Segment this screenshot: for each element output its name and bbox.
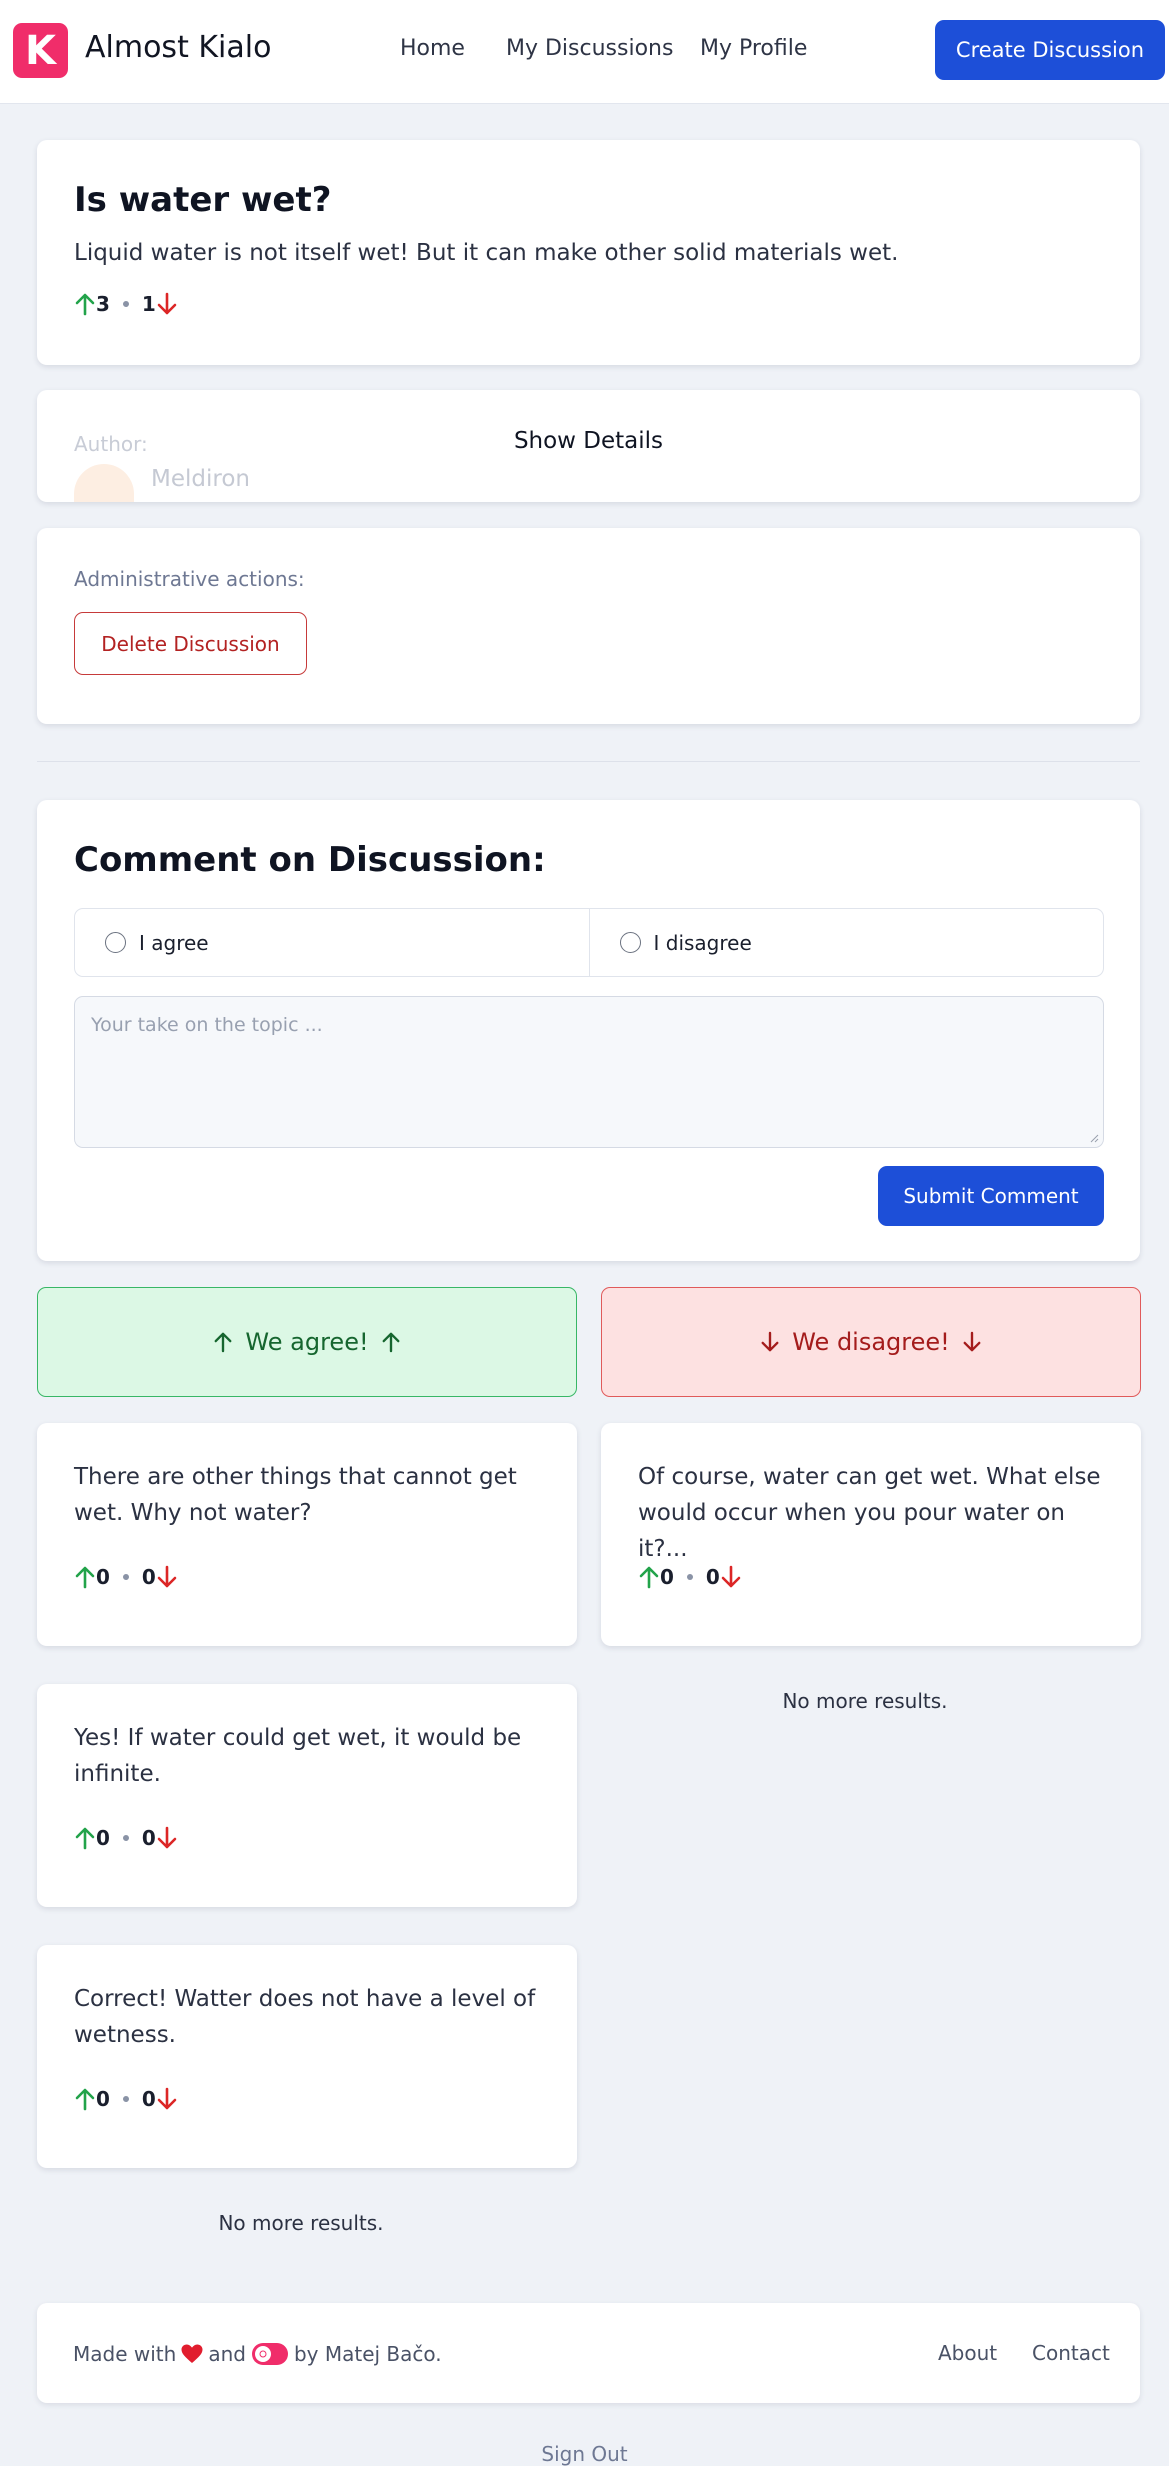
comment-votes: 0 0	[74, 1826, 178, 1850]
comment-votes: 0 0	[74, 1565, 178, 1589]
arrow-up-icon[interactable]	[74, 1565, 96, 1589]
vote-separator	[686, 1574, 693, 1580]
upvote-count: 3	[96, 292, 110, 316]
discussion-votes: 3 1	[74, 292, 178, 316]
logo[interactable]: K	[13, 23, 68, 78]
footer-credits: Made with and by Matej Bačo.	[73, 2341, 442, 2367]
author-name: Meldiron	[151, 466, 250, 492]
arrow-up-icon[interactable]	[74, 292, 96, 316]
arrow-down-icon[interactable]	[156, 292, 178, 316]
radio-disagree[interactable]: I disagree	[588, 909, 1104, 976]
comment-form-title: Comment on Discussion:	[74, 840, 546, 880]
footer-link-about[interactable]: About	[938, 2341, 997, 2365]
radio-disagree-label: I disagree	[653, 930, 752, 955]
app-title[interactable]: Almost Kialo	[85, 30, 271, 65]
comment-card: Correct! Watter does not have a level of…	[37, 1945, 577, 2168]
comment-placeholder: Your take on the topic ...	[91, 1014, 323, 1036]
arrow-down-icon[interactable]	[720, 1565, 742, 1589]
arrow-up-icon	[382, 1332, 400, 1353]
comment-text: Yes! If water could get wet, it would be…	[74, 1725, 522, 1787]
toggle-icon	[251, 2343, 288, 2365]
details-card: Author: Meldiron Show Details	[37, 390, 1140, 502]
disagree-end-text: No more results.	[782, 1689, 948, 1713]
admin-actions-label: Administrative actions:	[74, 567, 305, 591]
footer-made-with: Made with	[73, 2342, 177, 2366]
upvote-count: 0	[96, 1565, 110, 1589]
footer-and: and	[208, 2342, 246, 2366]
arrow-down-icon[interactable]	[156, 1565, 178, 1589]
comment-votes: 0 0	[638, 1565, 742, 1589]
arrow-up-icon[interactable]	[638, 1565, 660, 1589]
arrow-up-icon[interactable]	[74, 1826, 96, 1850]
delete-discussion-button[interactable]: Delete Discussion	[74, 612, 307, 675]
agree-end-text: No more results.	[218, 2211, 384, 2235]
top-navbar: K Almost Kialo Home My Discussions My Pr…	[0, 0, 1169, 104]
comment-text: Of course, water can get wet. What else …	[638, 1464, 1101, 1562]
submit-comment-button[interactable]: Submit Comment	[878, 1166, 1104, 1226]
comment-form-card: Comment on Discussion: I agree I disagre…	[37, 800, 1140, 1261]
divider	[37, 761, 1140, 762]
heart-icon	[181, 2344, 203, 2363]
discussion-title: Is water wet?	[74, 180, 332, 220]
show-details-button[interactable]: Show Details	[37, 428, 1140, 454]
stance-radio-group: I agree I disagree	[74, 908, 1104, 977]
radio-circle-icon[interactable]	[619, 932, 641, 953]
comment-text: There are other things that cannot get w…	[74, 1464, 517, 1526]
footer: Made with and by Matej Bačo. About Conta…	[37, 2303, 1140, 2403]
downvote-count: 0	[141, 2087, 156, 2111]
discussion-card: Is water wet? Liquid water is not itself…	[37, 140, 1140, 365]
disagree-header-label: We disagree!	[792, 1328, 950, 1356]
arrow-down-icon[interactable]	[156, 2087, 178, 2111]
discussion-description: Liquid water is not itself wet! But it c…	[74, 240, 899, 266]
downvote-count: 1	[141, 292, 156, 316]
comment-text: Correct! Watter does not have a level of…	[74, 1986, 536, 2048]
comment-card: There are other things that cannot get w…	[37, 1423, 577, 1646]
radio-agree-label: I agree	[139, 930, 209, 955]
arrow-down-icon	[963, 1331, 981, 1352]
arrow-down-icon	[761, 1331, 779, 1352]
footer-author: by Matej Bačo.	[293, 2342, 442, 2366]
arrow-down-icon[interactable]	[156, 1826, 178, 1850]
sign-out-link[interactable]: Sign Out	[0, 2442, 1169, 2466]
agree-header-label: We agree!	[245, 1328, 369, 1356]
comment-textarea[interactable]: Your take on the topic ...	[74, 996, 1104, 1148]
resize-handle-icon[interactable]	[1089, 1133, 1099, 1143]
nav-my-profile[interactable]: My Profile	[700, 36, 807, 61]
comment-card: Yes! If water could get wet, it would be…	[37, 1684, 577, 1907]
upvote-count: 0	[96, 1826, 110, 1850]
admin-card: Administrative actions: Delete Discussio…	[37, 528, 1140, 724]
arrow-up-icon	[214, 1332, 232, 1353]
downvote-count: 0	[705, 1565, 720, 1589]
agree-column-header: We agree!	[37, 1287, 577, 1397]
downvote-count: 0	[141, 1565, 156, 1589]
create-discussion-button[interactable]: Create Discussion	[935, 20, 1165, 80]
avatar	[74, 464, 134, 502]
vote-separator	[122, 1574, 129, 1580]
vote-separator	[122, 301, 129, 307]
radio-circle-icon[interactable]	[105, 932, 126, 953]
vote-separator	[122, 1835, 129, 1841]
nav-home[interactable]: Home	[400, 36, 465, 61]
downvote-count: 0	[141, 1826, 156, 1850]
radio-agree[interactable]: I agree	[75, 909, 589, 976]
arrow-up-icon[interactable]	[74, 2087, 96, 2111]
disagree-column-header: We disagree!	[601, 1287, 1141, 1397]
comment-card: Of course, water can get wet. What else …	[601, 1423, 1141, 1646]
vote-separator	[122, 2096, 129, 2102]
upvote-count: 0	[96, 2087, 110, 2111]
nav-my-discussions[interactable]: My Discussions	[506, 36, 673, 61]
comment-votes: 0 0	[74, 2087, 178, 2111]
footer-link-contact[interactable]: Contact	[1032, 2341, 1110, 2365]
upvote-count: 0	[660, 1565, 674, 1589]
